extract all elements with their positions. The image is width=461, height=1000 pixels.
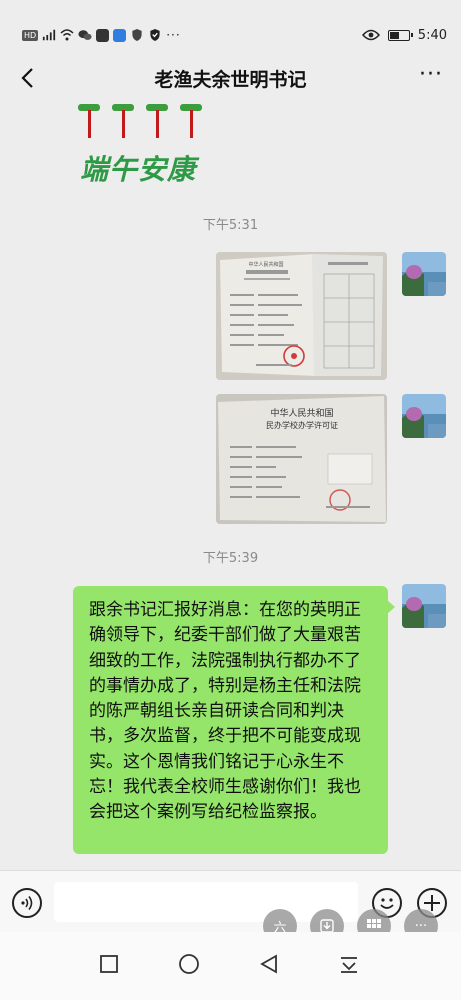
- nav-back-button[interactable]: [251, 946, 287, 982]
- nav-down-icon: [341, 957, 357, 973]
- avatar[interactable]: [402, 252, 446, 296]
- back-arrow-icon: [21, 68, 33, 88]
- voice-icon: [21, 896, 33, 910]
- text-message-bubble[interactable]: 跟余书记汇报好消息：在您的英明正确领导下，纪委干部们做了大量艰苦细致的工作，法院…: [73, 586, 395, 854]
- avatar-landscape: [402, 584, 446, 628]
- square-icon: [100, 955, 118, 973]
- nav-recents-button[interactable]: [91, 946, 127, 982]
- license-heading: 中华人民共和国: [270, 407, 333, 419]
- screen: HD ··· 5:40 老渔夫余世明书记 ··· 端午安康 下午5:31 中华人…: [0, 0, 461, 1000]
- certificate-heading: 中华人民共和国: [248, 261, 283, 268]
- battery-level: [389, 31, 399, 39]
- input-bar: [0, 870, 461, 932]
- back-button[interactable]: [14, 64, 40, 92]
- voice-input-button[interactable]: [12, 888, 42, 918]
- sticker-tassel: [156, 110, 159, 138]
- nav-dropdown-button[interactable]: [331, 946, 367, 982]
- sticker-tassel: [88, 110, 91, 138]
- shield-icon: [132, 29, 142, 41]
- license-photo: 中华人民共和国 民办学校办学许可证: [216, 394, 387, 524]
- status-time: 5:40: [417, 27, 447, 43]
- sticker-message[interactable]: 端午安康: [76, 100, 206, 188]
- status-icons-left: HD ···: [22, 28, 181, 42]
- search-app-icon: [113, 28, 127, 42]
- wifi-icon: [60, 29, 74, 41]
- status-icons-right: 5:40: [361, 27, 447, 43]
- license-subheading: 民办学校办学许可证: [266, 420, 338, 430]
- avatar[interactable]: [402, 394, 446, 438]
- image-message-license[interactable]: 中华人民共和国 民办学校办学许可证: [216, 394, 387, 524]
- signal-icon: [43, 29, 56, 41]
- status-bar: HD ··· 5:40: [0, 20, 461, 50]
- triangle-back-icon: [260, 954, 277, 974]
- sticker-tassel: [122, 110, 125, 138]
- app-icon: [96, 28, 110, 42]
- system-nav-bar: [0, 932, 461, 1000]
- image-message-certificate[interactable]: 中华人民共和国: [216, 252, 387, 380]
- message-timestamp: 下午5:39: [202, 551, 259, 566]
- chat-title: 老渔夫余世明书记: [154, 68, 307, 91]
- more-options-button[interactable]: ···: [419, 64, 443, 86]
- title-bar: 老渔夫余世明书记 ···: [0, 52, 461, 104]
- avatar[interactable]: [402, 584, 446, 628]
- eye-icon: [361, 29, 380, 41]
- avatar-landscape: [402, 394, 446, 438]
- vpn-icon: [150, 29, 160, 41]
- nav-home-button[interactable]: [171, 946, 207, 982]
- hd-icon: HD: [22, 29, 39, 41]
- sticker-text: 端午安康: [80, 153, 197, 186]
- sticker-tassel: [190, 110, 193, 138]
- status-more: ···: [166, 28, 181, 42]
- wechat-icon: [78, 30, 92, 40]
- message-timestamp: 下午5:31: [202, 218, 259, 233]
- battery-icon: [387, 29, 413, 41]
- circle-icon: [179, 954, 199, 974]
- certificate-photo: 中华人民共和国: [216, 252, 387, 380]
- avatar-landscape: [402, 252, 446, 296]
